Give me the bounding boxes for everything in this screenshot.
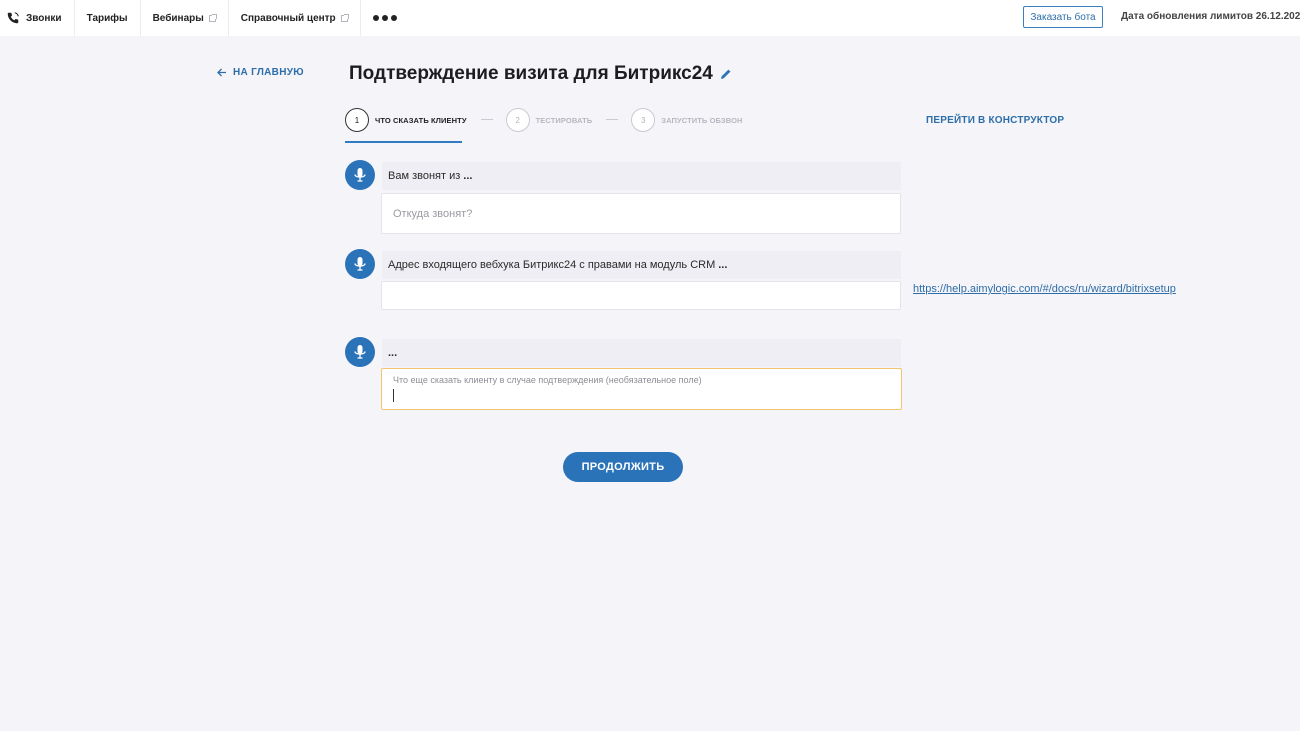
microphone-icon xyxy=(345,160,375,190)
text-caret xyxy=(393,389,394,402)
nav-item-label: Справочный центр xyxy=(240,12,336,24)
microphone-icon xyxy=(345,337,375,367)
arrow-left-icon xyxy=(217,68,226,77)
active-step-underline xyxy=(345,141,462,143)
step-number: 2 xyxy=(505,108,530,132)
top-navigation: Звонки Тарифы Вебинары Справочный центр xyxy=(0,0,1300,36)
bot-prompt: Адрес входящего вебхука Битрикс24 с прав… xyxy=(382,251,901,279)
more-menu-button[interactable] xyxy=(361,0,409,36)
continue-button[interactable]: ПРОДОЛЖИТЬ xyxy=(563,452,683,482)
step-separator xyxy=(606,119,619,120)
microphone-icon xyxy=(345,249,375,279)
prompt-ellipsis: ... xyxy=(463,170,473,182)
prompt-ellipsis: ... xyxy=(388,347,398,359)
back-to-home-link[interactable]: НА ГЛАВНУЮ xyxy=(217,67,304,78)
stepper: 1 ЧТО СКАЗАТЬ КЛИЕНТУ 2 ТЕСТИРОВАТЬ 3 ЗА… xyxy=(345,107,743,143)
webhook-url-input[interactable] xyxy=(381,281,901,310)
prompt-ellipsis: ... xyxy=(718,259,728,271)
bot-prompt: ... xyxy=(382,339,901,367)
page-title-text: Подтверждение визита для Битрикс24 xyxy=(349,63,713,84)
prompt-text: Вам звонят из xyxy=(388,170,461,182)
bitrix-setup-help-link[interactable]: https://help.aimylogic.com/#/docs/ru/wiz… xyxy=(913,283,1176,295)
external-link-icon xyxy=(208,13,217,22)
nav-item-label: Звонки xyxy=(26,12,62,24)
step-label: ТЕСТИРОВАТЬ xyxy=(535,115,593,125)
step-number: 3 xyxy=(631,108,656,132)
step-launch-calls[interactable]: 3 ЗАПУСТИТЬ ОБЗВОН xyxy=(631,107,742,133)
caller-company-input[interactable] xyxy=(381,193,901,234)
step-what-to-say[interactable]: 1 ЧТО СКАЗАТЬ КЛИЕНТУ xyxy=(345,107,467,133)
pencil-icon[interactable] xyxy=(720,68,732,80)
step-label: ЗАПУСТИТЬ ОБЗВОН xyxy=(661,115,743,125)
go-to-constructor-link[interactable]: ПЕРЕЙТИ В КОНСТРУКТОР xyxy=(926,115,1064,126)
external-link-icon xyxy=(340,13,349,22)
limits-label: Дата обновления лимитов 26.12.2022 xyxy=(1121,11,1300,22)
prompt-text: Адрес входящего вебхука Битрикс24 с прав… xyxy=(388,259,716,271)
nav-item-label: Вебинары xyxy=(152,12,204,24)
nav-item-webinars[interactable]: Вебинары xyxy=(141,0,229,36)
phone-icon xyxy=(7,12,19,24)
step-test[interactable]: 2 ТЕСТИРОВАТЬ xyxy=(505,107,593,133)
nav-item-help-center[interactable]: Справочный центр xyxy=(229,0,361,36)
page-title: Подтверждение визита для Битрикс24 xyxy=(349,63,732,85)
bot-prompt: Вам звонят из... xyxy=(382,162,901,190)
nav-item-calls[interactable]: Звонки xyxy=(0,0,75,36)
extra-message-textarea[interactable]: Что еще сказать клиенту в случае подтвер… xyxy=(381,368,902,410)
step-number: 1 xyxy=(345,108,369,132)
limits-date-dropdown[interactable]: Дата обновления лимитов 26.12.2022 xyxy=(1121,11,1300,22)
back-label: НА ГЛАВНУЮ xyxy=(233,67,304,78)
textarea-placeholder: Что еще сказать клиенту в случае подтвер… xyxy=(393,375,702,385)
order-bot-button[interactable]: Заказать бота xyxy=(1023,6,1103,28)
step-separator xyxy=(480,119,493,120)
step-label: ЧТО СКАЗАТЬ КЛИЕНТУ xyxy=(375,115,467,125)
nav-item-tariffs[interactable]: Тарифы xyxy=(75,0,141,36)
more-dots-icon xyxy=(372,15,397,21)
nav-item-label: Тарифы xyxy=(86,12,128,24)
